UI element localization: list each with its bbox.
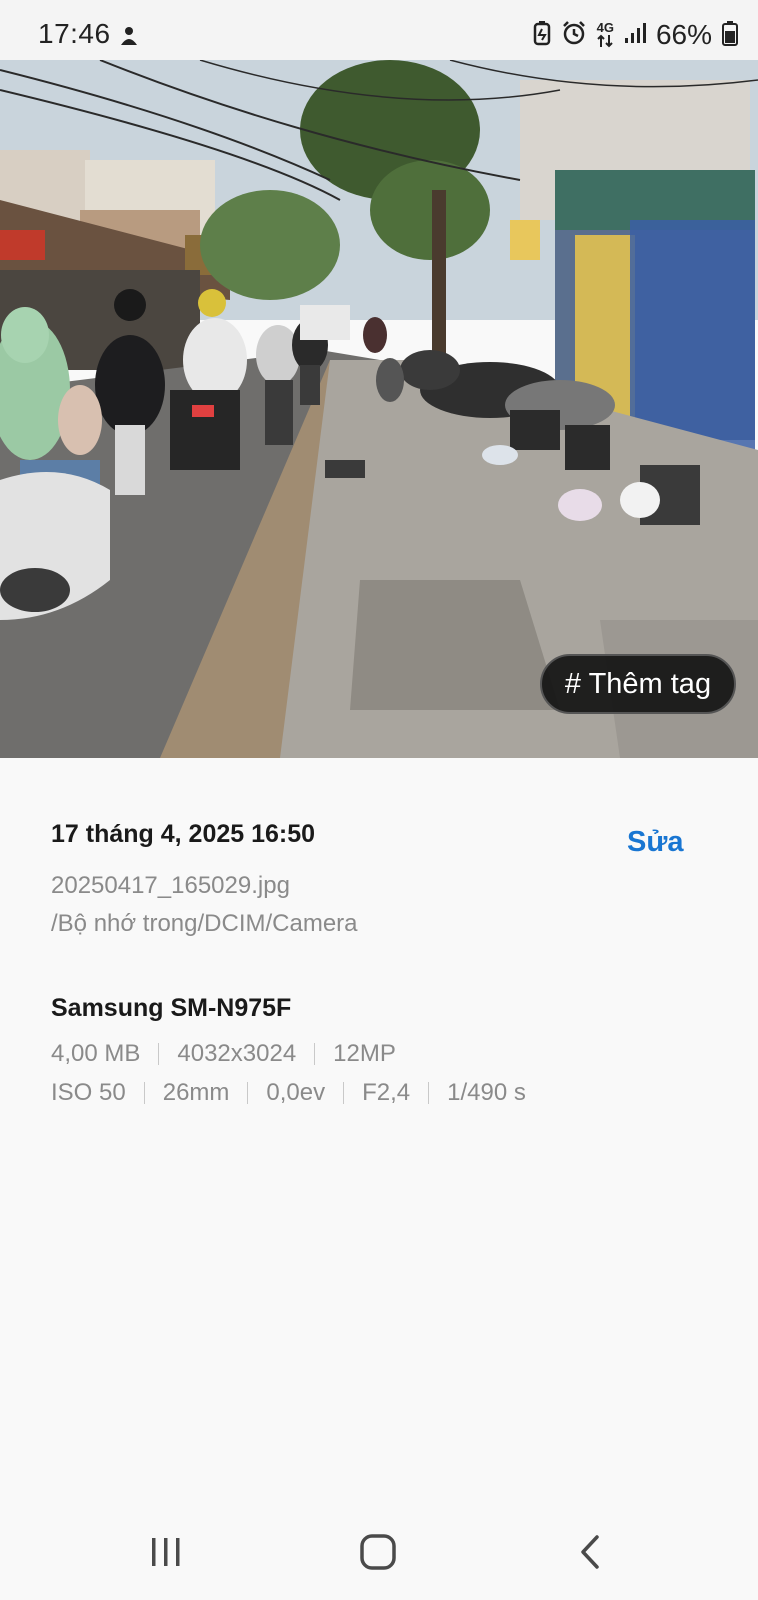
photo-details: 17 tháng 4, 2025 16:50 [51, 820, 711, 849]
notification-icon [118, 24, 140, 53]
status-time: 17:46 [38, 18, 111, 49]
recent-apps-icon [152, 1538, 180, 1566]
add-tag-button[interactable]: # Thêm tag [540, 654, 736, 714]
battery-saver-icon [533, 20, 551, 51]
alarm-icon [561, 20, 587, 51]
back-icon [581, 1535, 599, 1569]
edit-button[interactable]: Sửa [627, 826, 683, 859]
file-path: /Bộ nhớ trong/DCIM/Camera [51, 910, 358, 937]
iso-value: ISO 50 [51, 1079, 126, 1106]
file-info-row: 4,00 MB 4032x3024 12MP [51, 1040, 396, 1068]
file-name: 20250417_165029.jpg [51, 872, 290, 899]
divider [343, 1082, 345, 1104]
divider [143, 1082, 145, 1104]
navigation-bar [0, 1520, 758, 1584]
status-bar: 17:46 4G 66% [0, 0, 758, 60]
status-icons: 4G 66% [533, 18, 738, 52]
home-icon [360, 1534, 396, 1570]
photo-date: 17 tháng 4, 2025 16:50 [51, 820, 316, 848]
aperture: F2,4 [362, 1079, 411, 1106]
camera-settings-row: ISO 50 26mm 0,0ev F2,4 1/490 s [51, 1079, 526, 1107]
battery-icon [722, 20, 738, 51]
divider [314, 1043, 316, 1065]
recent-apps-button[interactable] [126, 1520, 206, 1584]
shutter-speed: 1/490 s [447, 1079, 526, 1106]
device-name: Samsung SM-N975F [51, 994, 292, 1022]
back-button[interactable] [550, 1520, 630, 1584]
file-size: 4,00 MB [51, 1040, 141, 1067]
focal-length: 26mm [162, 1079, 230, 1106]
battery-percent: 66% [655, 19, 712, 50]
divider [158, 1043, 160, 1065]
data-arrows-icon: 4G [596, 20, 614, 48]
resolution: 4032x3024 [177, 1040, 297, 1067]
megapixels: 12MP [333, 1040, 396, 1067]
signal-icon [624, 22, 646, 49]
divider [428, 1082, 430, 1104]
home-button[interactable] [338, 1520, 418, 1584]
divider [247, 1082, 249, 1104]
network-type: 4G [596, 20, 614, 35]
exposure-value: 0,0ev [266, 1079, 326, 1106]
